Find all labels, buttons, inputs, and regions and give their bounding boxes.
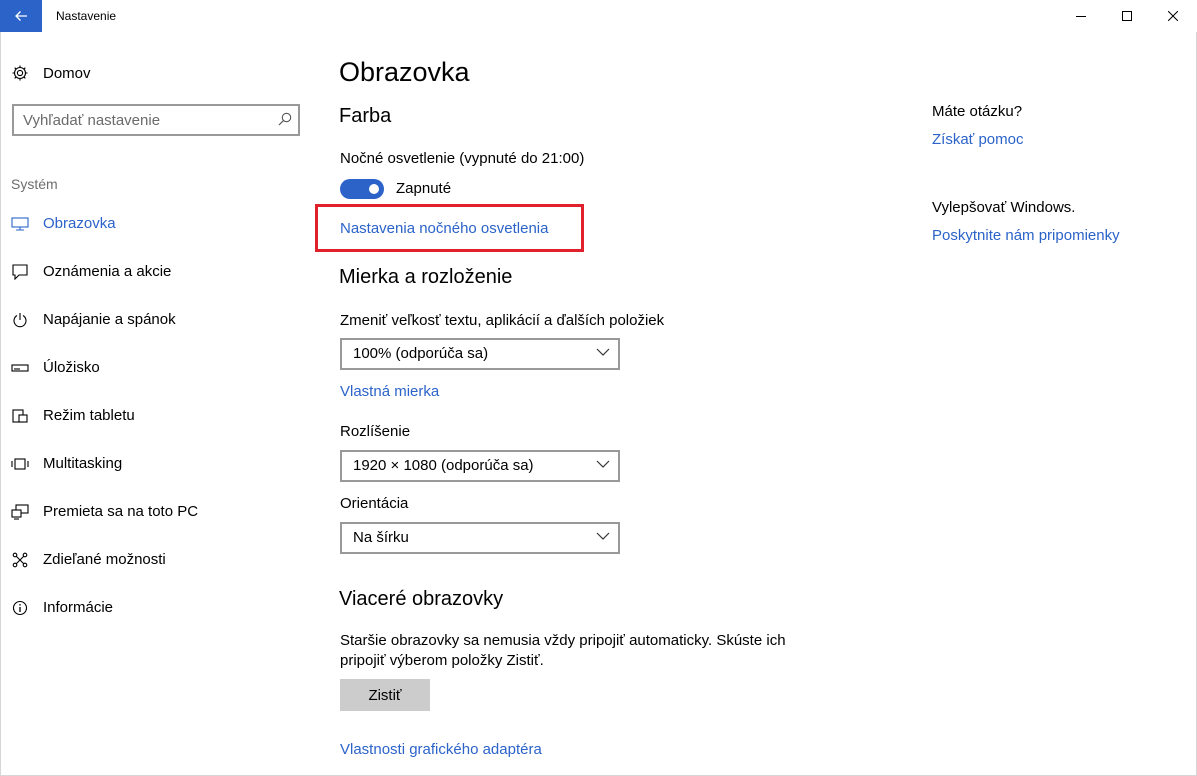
power-icon — [11, 312, 29, 328]
home-label: Domov — [43, 64, 91, 82]
sidebar-item-projecting[interactable]: Premieta sa na toto PC — [0, 494, 310, 530]
scale-select-value: 100% (odporúča sa) — [353, 345, 489, 362]
sidebar-item-label: Obrazovka — [43, 215, 116, 232]
night-light-toggle[interactable] — [340, 179, 384, 199]
sidebar-item-label: Multitasking — [43, 455, 123, 472]
section-label-system: Systém — [11, 176, 58, 192]
monitor-icon — [11, 216, 29, 232]
section-heading-color: Farba — [339, 105, 392, 127]
minimize-icon — [1076, 16, 1086, 17]
graphics-adapter-link[interactable]: Vlastnosti grafického adaptéra — [340, 741, 542, 758]
detect-button[interactable]: Zistiť — [340, 679, 430, 711]
help-question: Máte otázku? — [932, 103, 1023, 120]
sidebar-item-label: Oznámenia a akcie — [43, 263, 172, 280]
back-button[interactable] — [0, 0, 42, 32]
app-title: Nastavenie — [56, 9, 117, 23]
orientation-select[interactable]: Na šírku — [340, 522, 620, 554]
storage-icon — [11, 360, 29, 376]
sidebar-item-label: Informácie — [43, 599, 114, 616]
sidebar-item-label: Režim tabletu — [43, 407, 135, 424]
minimize-button[interactable] — [1058, 0, 1104, 32]
page-title: Obrazovka — [339, 57, 470, 87]
multiple-displays-description: Staršie obrazovky sa nemusia vždy pripoj… — [340, 632, 786, 669]
sidebar-item-notifications[interactable]: Oznámenia a akcie — [0, 254, 310, 290]
arrow-left-icon — [15, 11, 27, 21]
resolution-label: Rozlíšenie — [340, 423, 411, 440]
improve-windows-text: Vylepšovať Windows. — [932, 199, 1076, 216]
chevron-down-icon — [596, 460, 610, 468]
night-light-label: Nočné osvetlenie (vypnuté do 21:00) — [340, 150, 585, 167]
night-light-settings-link[interactable]: Nastavenia nočného osvetlenia — [340, 220, 548, 237]
search-box[interactable] — [12, 104, 300, 136]
sidebar-item-storage[interactable]: Úložisko — [0, 350, 310, 386]
section-heading-scale: Mierka a rozloženie — [339, 266, 513, 288]
sidebar-item-multitasking[interactable]: Multitasking — [0, 446, 310, 482]
projecting-icon — [11, 504, 29, 520]
close-icon — [1168, 11, 1178, 21]
search-icon — [278, 112, 292, 126]
tablet-icon — [11, 408, 29, 424]
sidebar-item-label: Zdieľané možnosti — [43, 551, 166, 568]
notification-icon — [11, 264, 29, 280]
resolution-select-value: 1920 × 1080 (odporúča sa) — [353, 457, 534, 474]
night-light-toggle-state: Zapnuté — [396, 180, 452, 197]
sidebar-item-shared[interactable]: Zdieľané možnosti — [0, 542, 310, 578]
close-button[interactable] — [1150, 0, 1196, 32]
scale-select[interactable]: 100% (odporúča sa) — [340, 338, 620, 370]
gear-icon — [12, 65, 28, 81]
feedback-link[interactable]: Poskytnite nám pripomienky — [932, 227, 1120, 244]
home-link[interactable]: Domov — [11, 62, 91, 84]
sidebar-item-label: Premieta sa na toto PC — [43, 503, 199, 520]
orientation-label: Orientácia — [340, 495, 409, 512]
toggle-knob — [369, 184, 379, 194]
sidebar-item-power[interactable]: Napájanie a spánok — [0, 302, 310, 338]
resolution-select[interactable]: 1920 × 1080 (odporúča sa) — [340, 450, 620, 482]
sidebar-item-display[interactable]: Obrazovka — [0, 206, 310, 242]
title-bar: Nastavenie — [0, 0, 1197, 32]
search-input[interactable] — [23, 110, 268, 130]
custom-scale-link[interactable]: Vlastná mierka — [340, 383, 439, 400]
size-label: Zmeniť veľkosť textu, aplikácií a ďalšíc… — [340, 312, 665, 329]
multitasking-icon — [11, 456, 29, 472]
maximize-icon — [1122, 11, 1132, 21]
chevron-down-icon — [596, 348, 610, 356]
get-help-link[interactable]: Získať pomoc — [932, 131, 1024, 148]
orientation-select-value: Na šírku — [353, 529, 409, 546]
section-heading-multiple-displays: Viaceré obrazovky — [339, 588, 504, 610]
chevron-down-icon — [596, 532, 610, 540]
sidebar-item-label: Úložisko — [43, 359, 100, 376]
sidebar-item-label: Napájanie a spánok — [43, 311, 176, 328]
info-icon — [11, 600, 29, 616]
shared-icon — [11, 552, 29, 568]
maximize-button[interactable] — [1104, 0, 1150, 32]
sidebar-item-tablet-mode[interactable]: Režim tabletu — [0, 398, 310, 434]
sidebar-item-about[interactable]: Informácie — [0, 590, 310, 626]
